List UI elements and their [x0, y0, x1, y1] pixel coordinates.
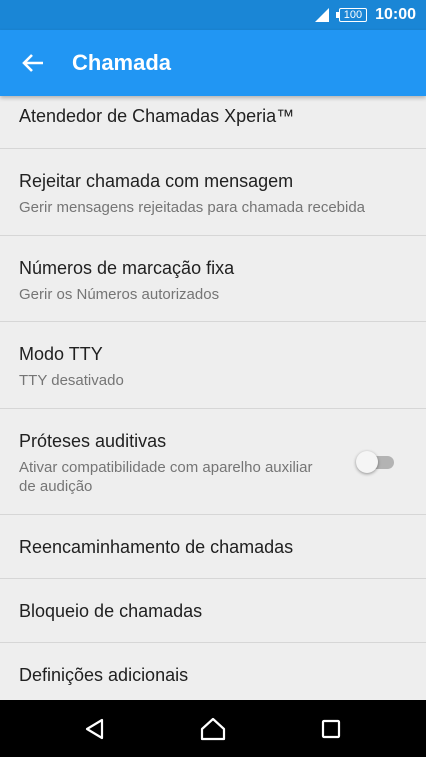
home-icon: [200, 717, 226, 740]
setting-additional-settings[interactable]: Definições adicionais: [0, 643, 426, 700]
setting-call-forwarding[interactable]: Reencaminhamento de chamadas: [0, 515, 426, 579]
setting-subtitle: Gerir os Números autorizados: [19, 286, 220, 303]
status-time: 10:00: [375, 6, 416, 23]
app-bar: Chamada: [0, 30, 426, 96]
setting-subtitle: Gerir mensagens rejeitadas para chamada …: [19, 199, 366, 216]
setting-xperia-call-answerer[interactable]: Atendedor de Chamadas Xperia™: [0, 96, 426, 149]
nav-recents-button[interactable]: [301, 700, 361, 757]
setting-title: Bloqueio de chamadas: [19, 601, 203, 621]
setting-hearing-aids[interactable]: Próteses auditivas Ativar compatibilidad…: [0, 409, 426, 515]
setting-title: Reencaminhamento de chamadas: [19, 537, 294, 557]
page-title: Chamada: [72, 50, 172, 75]
arrow-left-icon: [22, 54, 43, 72]
settings-list: Atendedor de Chamadas Xperia™ Rejeitar c…: [0, 96, 426, 700]
battery-icon: 100: [335, 8, 368, 22]
setting-subtitle: Ativar compatibilidade com aparelho auxi…: [19, 459, 313, 495]
setting-title: Próteses auditivas: [19, 431, 167, 451]
setting-title: Atendedor de Chamadas Xperia™: [19, 106, 295, 126]
back-button[interactable]: [14, 44, 52, 82]
setting-reject-with-message[interactable]: Rejeitar chamada com mensagem Gerir mens…: [0, 149, 426, 236]
recents-square-icon: [321, 719, 341, 738]
setting-title: Definições adicionais: [19, 665, 189, 685]
hearing-aids-toggle[interactable]: [356, 450, 396, 474]
battery-level: 100: [343, 9, 363, 21]
back-triangle-icon: [85, 718, 104, 739]
setting-tty-mode[interactable]: Modo TTY TTY desativado: [0, 322, 426, 409]
navigation-bar: [0, 700, 426, 757]
setting-title: Rejeitar chamada com mensagem: [19, 171, 294, 191]
nav-back-button[interactable]: [65, 700, 125, 757]
setting-call-blocking[interactable]: Bloqueio de chamadas: [0, 579, 426, 643]
setting-title: Modo TTY: [19, 344, 103, 364]
setting-subtitle: TTY desativado: [19, 372, 124, 389]
setting-fixed-dialing-numbers[interactable]: Números de marcação fixa Gerir os Número…: [0, 236, 426, 322]
nav-home-button[interactable]: [183, 700, 243, 757]
signal-icon: [314, 8, 329, 22]
toggle-thumb: [356, 451, 378, 473]
status-bar: 100 10:00: [0, 0, 426, 30]
setting-title: Números de marcação fixa: [19, 258, 235, 278]
